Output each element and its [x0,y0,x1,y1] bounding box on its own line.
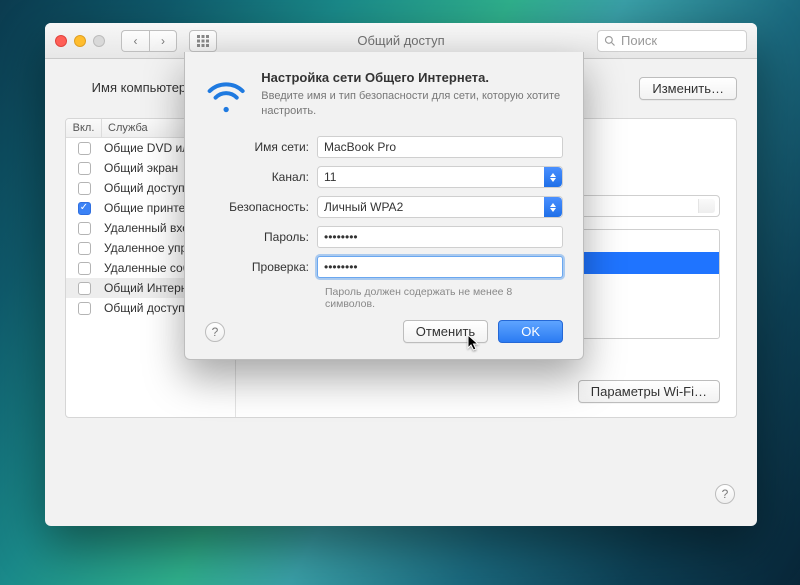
service-checkbox[interactable] [78,262,91,275]
wifi-params-button[interactable]: Параметры Wi-Fi… [578,380,720,403]
service-checkbox[interactable] [78,142,91,155]
search-field[interactable]: Поиск [597,30,747,52]
col-enabled: Вкл. [66,119,102,137]
cancel-button[interactable]: Отменить [403,320,488,343]
network-name-input[interactable] [317,136,563,158]
traffic-lights [55,35,105,47]
show-all-button[interactable] [189,30,217,52]
search-placeholder: Поиск [621,33,657,48]
sheet-title: Настройка сети Общего Интернета. [261,70,563,85]
ok-button[interactable]: OK [498,320,563,343]
back-button[interactable]: ‹ [121,30,149,52]
security-label: Безопасность: [205,200,317,214]
service-checkbox[interactable] [78,162,91,175]
sheet-header: Настройка сети Общего Интернета. Введите… [205,70,563,120]
close-window-button[interactable] [55,35,67,47]
internet-sharing-sheet: Настройка сети Общего Интернета. Введите… [184,52,584,360]
service-checkbox[interactable] [78,222,91,235]
service-checkbox[interactable] [78,202,91,215]
minimize-window-button[interactable] [74,35,86,47]
security-select[interactable]: Личный WPA2 [317,196,563,218]
service-checkbox[interactable] [78,302,91,315]
service-checkbox[interactable] [78,182,91,195]
verify-input[interactable] [317,256,563,278]
service-checkbox[interactable] [78,282,91,295]
computer-name-label: Имя компьютера: [65,77,197,95]
search-icon [604,35,616,47]
channel-select[interactable]: 11 [317,166,563,188]
change-button[interactable]: Изменить… [639,77,737,100]
wifi-icon [205,70,247,120]
grid-icon [197,35,209,47]
password-label: Пароль: [205,230,317,244]
nav-back-forward: ‹ › [121,30,177,52]
zoom-window-button[interactable] [93,35,105,47]
help-button[interactable]: ? [715,484,735,504]
verify-label: Проверка: [205,260,317,274]
password-input[interactable] [317,226,563,248]
sheet-subtitle: Введите имя и тип безопасности для сети,… [261,89,563,119]
channel-label: Канал: [205,170,317,184]
sheet-help-button[interactable]: ? [205,322,225,342]
network-name-label: Имя сети: [205,140,317,154]
forward-button[interactable]: › [149,30,177,52]
password-hint: Пароль должен содержать не менее 8 симво… [325,286,563,310]
service-checkbox[interactable] [78,242,91,255]
